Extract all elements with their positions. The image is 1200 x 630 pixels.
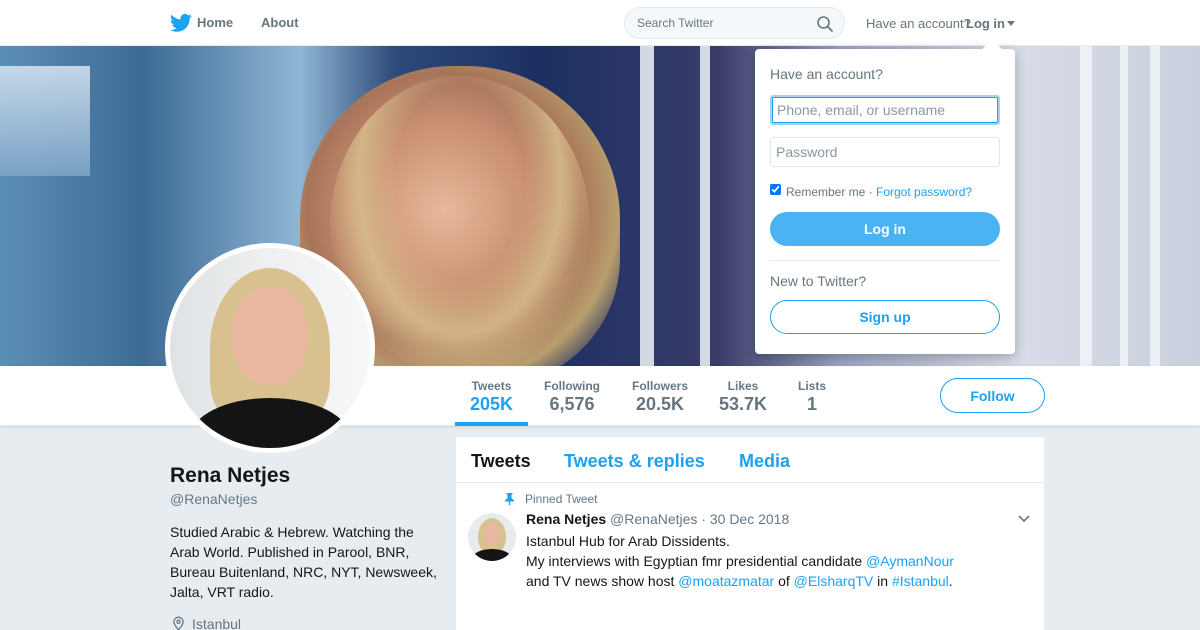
- profile-bio: Studied Arabic & Hebrew. Watching the Ar…: [170, 524, 437, 600]
- tab-media[interactable]: Media: [739, 451, 790, 472]
- stat-value: 20.5K: [635, 394, 685, 414]
- tweet-line: and TV news show host @moatazmatar of @E…: [526, 571, 1006, 591]
- timeline-tabs: Tweets Tweets & replies Media: [456, 437, 1044, 483]
- have-account-text: Have an account?: [866, 16, 971, 31]
- tweet-text-fragment: .: [948, 573, 953, 589]
- login-button[interactable]: Log in: [770, 212, 1000, 246]
- tweet-text-fragment: in: [873, 573, 892, 589]
- timeline: Tweets Tweets & replies Media Pinned Twe…: [456, 437, 1044, 630]
- divider: [770, 260, 1000, 261]
- nav-home-link[interactable]: Home: [197, 15, 233, 30]
- pinned-tweet-label: Pinned Tweet: [525, 492, 598, 506]
- search-box[interactable]: [624, 7, 845, 39]
- stat-value: 53.7K: [718, 394, 768, 414]
- stat-label: Likes: [727, 379, 759, 393]
- mention-link[interactable]: @AymanNour: [866, 553, 954, 569]
- profile-avatar[interactable]: [165, 243, 375, 453]
- stat-tweets[interactable]: Tweets 205K: [455, 366, 528, 426]
- mention-link[interactable]: @ElsharqTV: [794, 573, 874, 589]
- top-nav: Home About Have an account? Log in: [0, 0, 1200, 46]
- signup-button[interactable]: Sign up: [770, 300, 1000, 334]
- username-field[interactable]: [770, 95, 1000, 125]
- stat-label: Lists: [797, 379, 826, 393]
- profile-handle[interactable]: @RenaNetjes: [170, 491, 257, 507]
- stat-value: 1: [806, 394, 817, 414]
- password-field[interactable]: [770, 137, 1000, 167]
- tweet-line: Istanbul Hub for Arab Dissidents.: [526, 533, 730, 549]
- mention-link[interactable]: @moatazmatar: [678, 573, 774, 589]
- location-pin-icon: [173, 616, 184, 630]
- caret-down-icon[interactable]: [1007, 21, 1015, 26]
- stat-followers[interactable]: Followers 20.5K: [628, 366, 692, 426]
- stat-lists[interactable]: Lists 1: [792, 366, 832, 426]
- remember-me-label[interactable]: Remember me ·: [786, 185, 873, 199]
- login-dropdown: Have an account? Remember me · Forgot pa…: [755, 39, 1015, 354]
- login-dropdown-title: Have an account?: [770, 66, 883, 82]
- stat-label: Following: [544, 379, 600, 393]
- profile-location: Istanbul: [192, 616, 242, 630]
- tweet-author-name[interactable]: Rena Netjes: [526, 511, 606, 527]
- tweet-line: My interviews with Egyptian fmr presiden…: [526, 551, 1006, 571]
- tab-tweets-replies[interactable]: Tweets & replies: [564, 451, 705, 472]
- tweet-author-handle[interactable]: @RenaNetjes: [610, 511, 697, 527]
- new-to-twitter-text: New to Twitter?: [770, 273, 867, 289]
- stat-value: 6,576: [549, 394, 595, 414]
- tweet-text-fragment: of: [774, 573, 794, 589]
- stat-label: Tweets: [471, 379, 512, 393]
- tweet-text-fragment: My interviews with Egyptian fmr presiden…: [526, 553, 867, 569]
- tweet-header: Rena Netjes @RenaNetjes · 30 Dec 2018: [526, 511, 789, 527]
- stat-likes[interactable]: Likes 53.7K: [713, 366, 773, 426]
- tweet-avatar[interactable]: [468, 513, 516, 561]
- stat-following[interactable]: Following 6,576: [540, 366, 604, 426]
- profile-name[interactable]: Rena Netjes: [170, 464, 290, 488]
- search-input[interactable]: [637, 16, 807, 30]
- stat-label: Followers: [631, 379, 688, 393]
- nav-about-link[interactable]: About: [261, 15, 299, 30]
- chevron-down-icon[interactable]: [1018, 515, 1030, 523]
- pin-icon: [505, 493, 514, 505]
- tab-tweets[interactable]: Tweets: [471, 451, 531, 472]
- tweet-text-fragment: and TV news show host: [526, 573, 679, 589]
- search-icon[interactable]: [816, 15, 834, 33]
- hashtag-link[interactable]: #Istanbul: [892, 573, 949, 589]
- remember-me-checkbox[interactable]: [770, 184, 781, 195]
- login-link[interactable]: Log in: [966, 16, 1005, 31]
- tweet-date[interactable]: · 30 Dec 2018: [701, 511, 789, 527]
- tweet-text: Istanbul Hub for Arab Dissidents. My int…: [526, 531, 1006, 591]
- twitter-bird-icon[interactable]: [170, 13, 192, 33]
- forgot-password-link[interactable]: Forgot password?: [876, 185, 972, 199]
- follow-button[interactable]: Follow: [940, 378, 1045, 413]
- stat-value: 205K: [469, 394, 514, 414]
